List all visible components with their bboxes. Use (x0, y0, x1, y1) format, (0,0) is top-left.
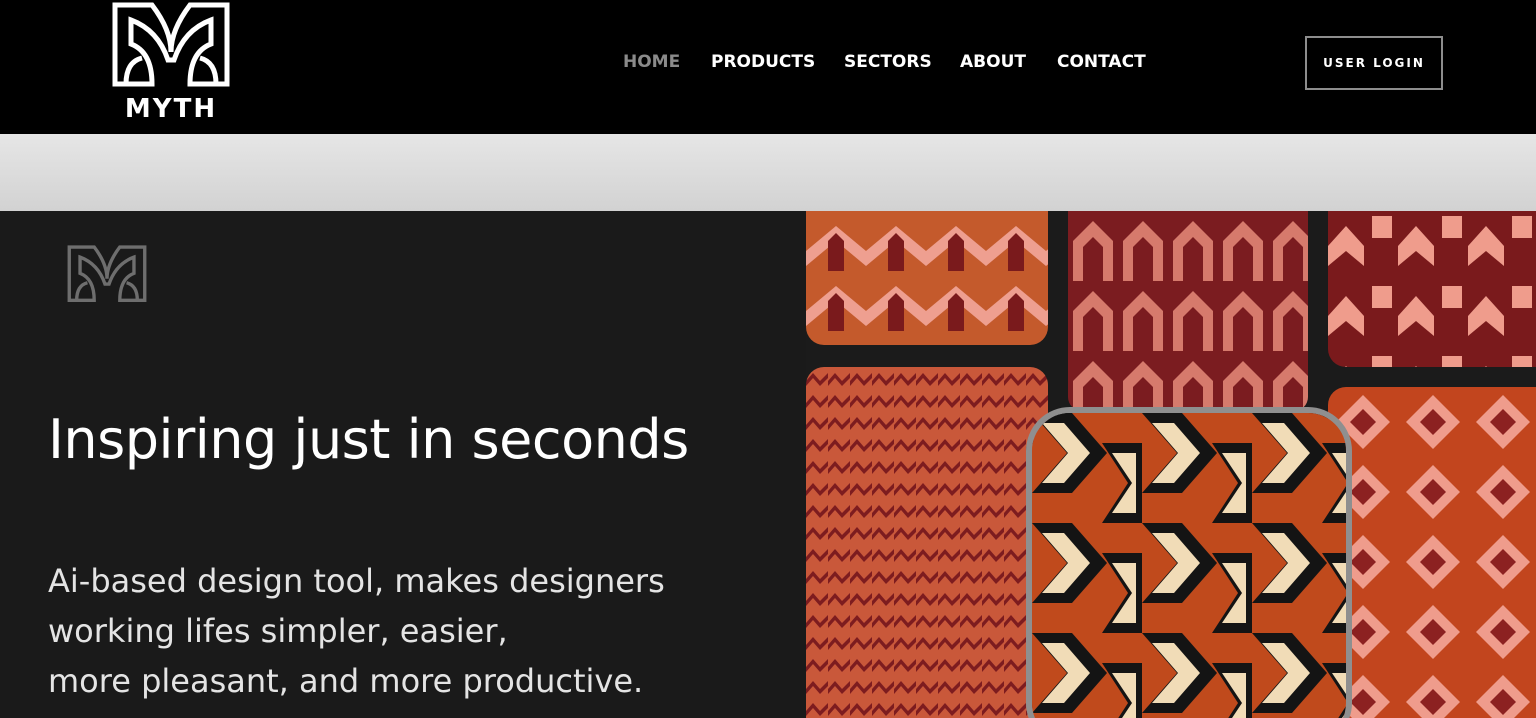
pattern-tile-5 (1328, 387, 1536, 718)
featured-pattern-tile[interactable] (1026, 407, 1352, 718)
myth-monogram-icon (67, 245, 147, 302)
nav-about[interactable]: ABOUT (960, 52, 1026, 72)
pattern-tile-2 (1068, 211, 1308, 411)
nav-home[interactable]: HOME (623, 52, 680, 72)
hero-subtitle: Ai-based design tool, makes designers wo… (48, 556, 788, 706)
grey-band (0, 134, 1536, 211)
nav-contact[interactable]: CONTACT (1057, 52, 1146, 72)
myth-logo[interactable]: MYTH (112, 2, 230, 126)
myth-logo-icon (112, 2, 230, 87)
hero-subtitle-line: working lifes simpler, easier, (48, 612, 508, 650)
pattern-mosaic (806, 211, 1536, 718)
pattern-tile-4 (806, 367, 1048, 718)
hero-subtitle-line: Ai-based design tool, makes designers (48, 562, 665, 600)
nav-products[interactable]: PRODUCTS (711, 52, 815, 72)
myth-monogram (66, 245, 148, 311)
pattern-tile-1 (806, 211, 1048, 345)
user-login-button[interactable]: USER LOGIN (1305, 36, 1443, 90)
pattern-tile-3 (1328, 211, 1536, 367)
site-header: MYTH HOME PRODUCTS SECTORS ABOUT CONTACT… (0, 0, 1536, 134)
hero-subtitle-line: more pleasant, and more productive. (48, 662, 644, 700)
nav-sectors[interactable]: SECTORS (844, 52, 932, 72)
hero-title: Inspiring just in seconds (48, 408, 689, 471)
brand-name: MYTH (124, 94, 218, 124)
